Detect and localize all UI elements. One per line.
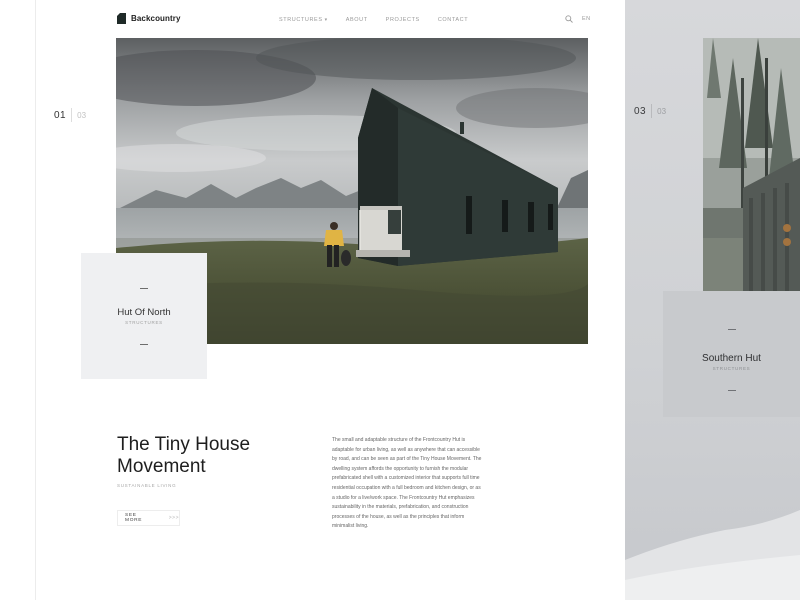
next-caption-subtitle: STRUCTURES — [712, 366, 751, 371]
see-more-button[interactable]: SEE MORE >>> — [117, 510, 180, 526]
nav-item-about[interactable]: ABOUT — [346, 17, 368, 23]
next-slide-counter: 03 03 — [634, 104, 666, 118]
next-slide-total: 03 — [657, 106, 667, 116]
slide-counter: 01 03 — [54, 108, 86, 122]
counter-divider — [71, 108, 73, 122]
page: Backcountry STRUCTURES ▾ ABOUT PROJECTS … — [0, 0, 800, 600]
next-caption-dash-bottom — [727, 390, 736, 391]
main-nav: STRUCTURES ▾ ABOUT PROJECTS CONTACT — [279, 17, 468, 23]
nav-item-structures[interactable]: STRUCTURES ▾ — [279, 17, 328, 23]
brand-logo[interactable]: Backcountry — [117, 13, 181, 24]
caption-dash-bottom — [140, 344, 148, 345]
slide-total: 03 — [77, 110, 87, 120]
next-caption-title: Southern Hut — [702, 353, 761, 364]
article-subtitle: SUSTAINABLE LIVING — [117, 483, 177, 488]
nav-item-label: STRUCTURES — [279, 17, 323, 23]
nav-item-contact[interactable]: CONTACT — [438, 17, 468, 23]
house-logo-icon — [117, 13, 126, 24]
article-body: The small and adaptable structure of the… — [332, 437, 482, 530]
misty-hill-illustration — [625, 510, 800, 600]
next-slide-panel[interactable]: 03 03 Southern Hut STRUCTURES — [625, 0, 800, 600]
article-headline: The Tiny House Movement — [117, 434, 251, 477]
caption-subtitle: STRUCTURES — [125, 320, 163, 325]
left-divider — [35, 0, 36, 600]
slide-current: 01 — [54, 109, 67, 121]
forest-hut-illustration — [703, 38, 800, 291]
next-slide-current: 03 — [634, 105, 647, 117]
next-caption-card[interactable]: Southern Hut STRUCTURES — [663, 291, 800, 417]
next-counter-divider — [651, 104, 653, 118]
search-icon[interactable] — [565, 15, 573, 23]
see-more-label: SEE MORE — [125, 513, 143, 523]
caption-title: Hut Of North — [117, 307, 171, 318]
arrow-right-icon: >>> — [168, 515, 179, 521]
next-slide-image[interactable] — [703, 38, 800, 291]
chevron-down-icon: ▾ — [324, 17, 328, 23]
header-actions: EN — [565, 15, 591, 23]
caption-dash-top — [140, 288, 148, 289]
brand-name: Backcountry — [131, 14, 181, 23]
language-switch[interactable]: EN — [582, 16, 591, 22]
caption-card[interactable]: Hut Of North STRUCTURES — [81, 253, 207, 379]
next-caption-dash-top — [727, 329, 736, 330]
nav-item-projects[interactable]: PROJECTS — [386, 17, 420, 23]
